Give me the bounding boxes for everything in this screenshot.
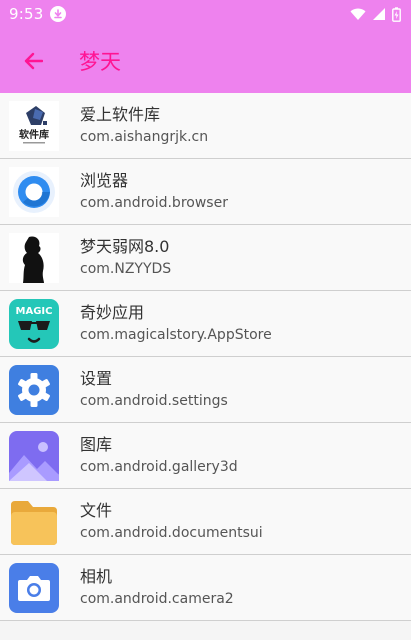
signal-icon [373, 8, 385, 20]
app-name: 设置 [80, 368, 113, 388]
status-bar: 9:53 [0, 0, 411, 28]
package-name: com.NZYYDS [80, 260, 172, 277]
gallery-icon [9, 430, 59, 481]
app-name: 文件 [80, 500, 113, 520]
app-name: 梦天弱网8.0 [80, 236, 170, 256]
silhouette-icon [9, 232, 59, 283]
battery-icon [392, 6, 401, 22]
app-row-browser[interactable]: 浏览器 com.android.browser [0, 159, 411, 225]
svg-text:软件库: 软件库 [19, 128, 49, 141]
app-row-gallery[interactable]: 图库 com.android.gallery3d [0, 423, 411, 489]
folder-icon [9, 497, 59, 547]
browser-icon [9, 166, 59, 217]
download-icon [50, 6, 67, 22]
package-name: com.magicalstory.AppStore [80, 326, 272, 343]
app-name: 图库 [80, 434, 113, 454]
page-title: 梦天 [79, 49, 121, 74]
package-name: com.android.gallery3d [80, 458, 238, 475]
camera-icon [9, 562, 59, 613]
svg-text:MAGIC: MAGIC [16, 306, 53, 317]
app-row-mengtian[interactable]: 梦天弱网8.0 com.NZYYDS [0, 225, 411, 291]
package-name: com.android.documentsui [80, 524, 263, 541]
app-list: 软件库 爱上软件库 com.aishangrjk.cn 浏览器 com.andr… [0, 93, 411, 621]
app-name: 爱上软件库 [80, 104, 161, 124]
status-time: 9:53 [9, 5, 44, 23]
software-library-icon: 软件库 [9, 100, 59, 151]
package-name: com.android.settings [80, 392, 228, 409]
wifi-icon [350, 8, 366, 20]
app-name: 相机 [80, 566, 113, 586]
package-name: com.android.camera2 [80, 590, 234, 607]
app-row-settings[interactable]: 设置 com.android.settings [0, 357, 411, 423]
status-icons [350, 6, 401, 22]
app-name: 奇妙应用 [80, 302, 145, 322]
back-arrow-icon [24, 52, 43, 69]
app-row-magic[interactable]: MAGIC 奇妙应用 com.magicalstory.AppStore [0, 291, 411, 357]
settings-gear-icon [9, 364, 59, 415]
app-bar: 梦天 [0, 28, 411, 93]
back-button[interactable] [17, 45, 49, 77]
app-row-camera[interactable]: 相机 com.android.camera2 [0, 555, 411, 621]
package-name: com.aishangrjk.cn [80, 128, 209, 145]
package-name: com.android.browser [80, 194, 228, 211]
app-name: 浏览器 [80, 170, 129, 190]
magic-app-icon: MAGIC [9, 298, 59, 349]
app-row-aishang[interactable]: 软件库 爱上软件库 com.aishangrjk.cn [0, 93, 411, 159]
app-row-files[interactable]: 文件 com.android.documentsui [0, 489, 411, 555]
